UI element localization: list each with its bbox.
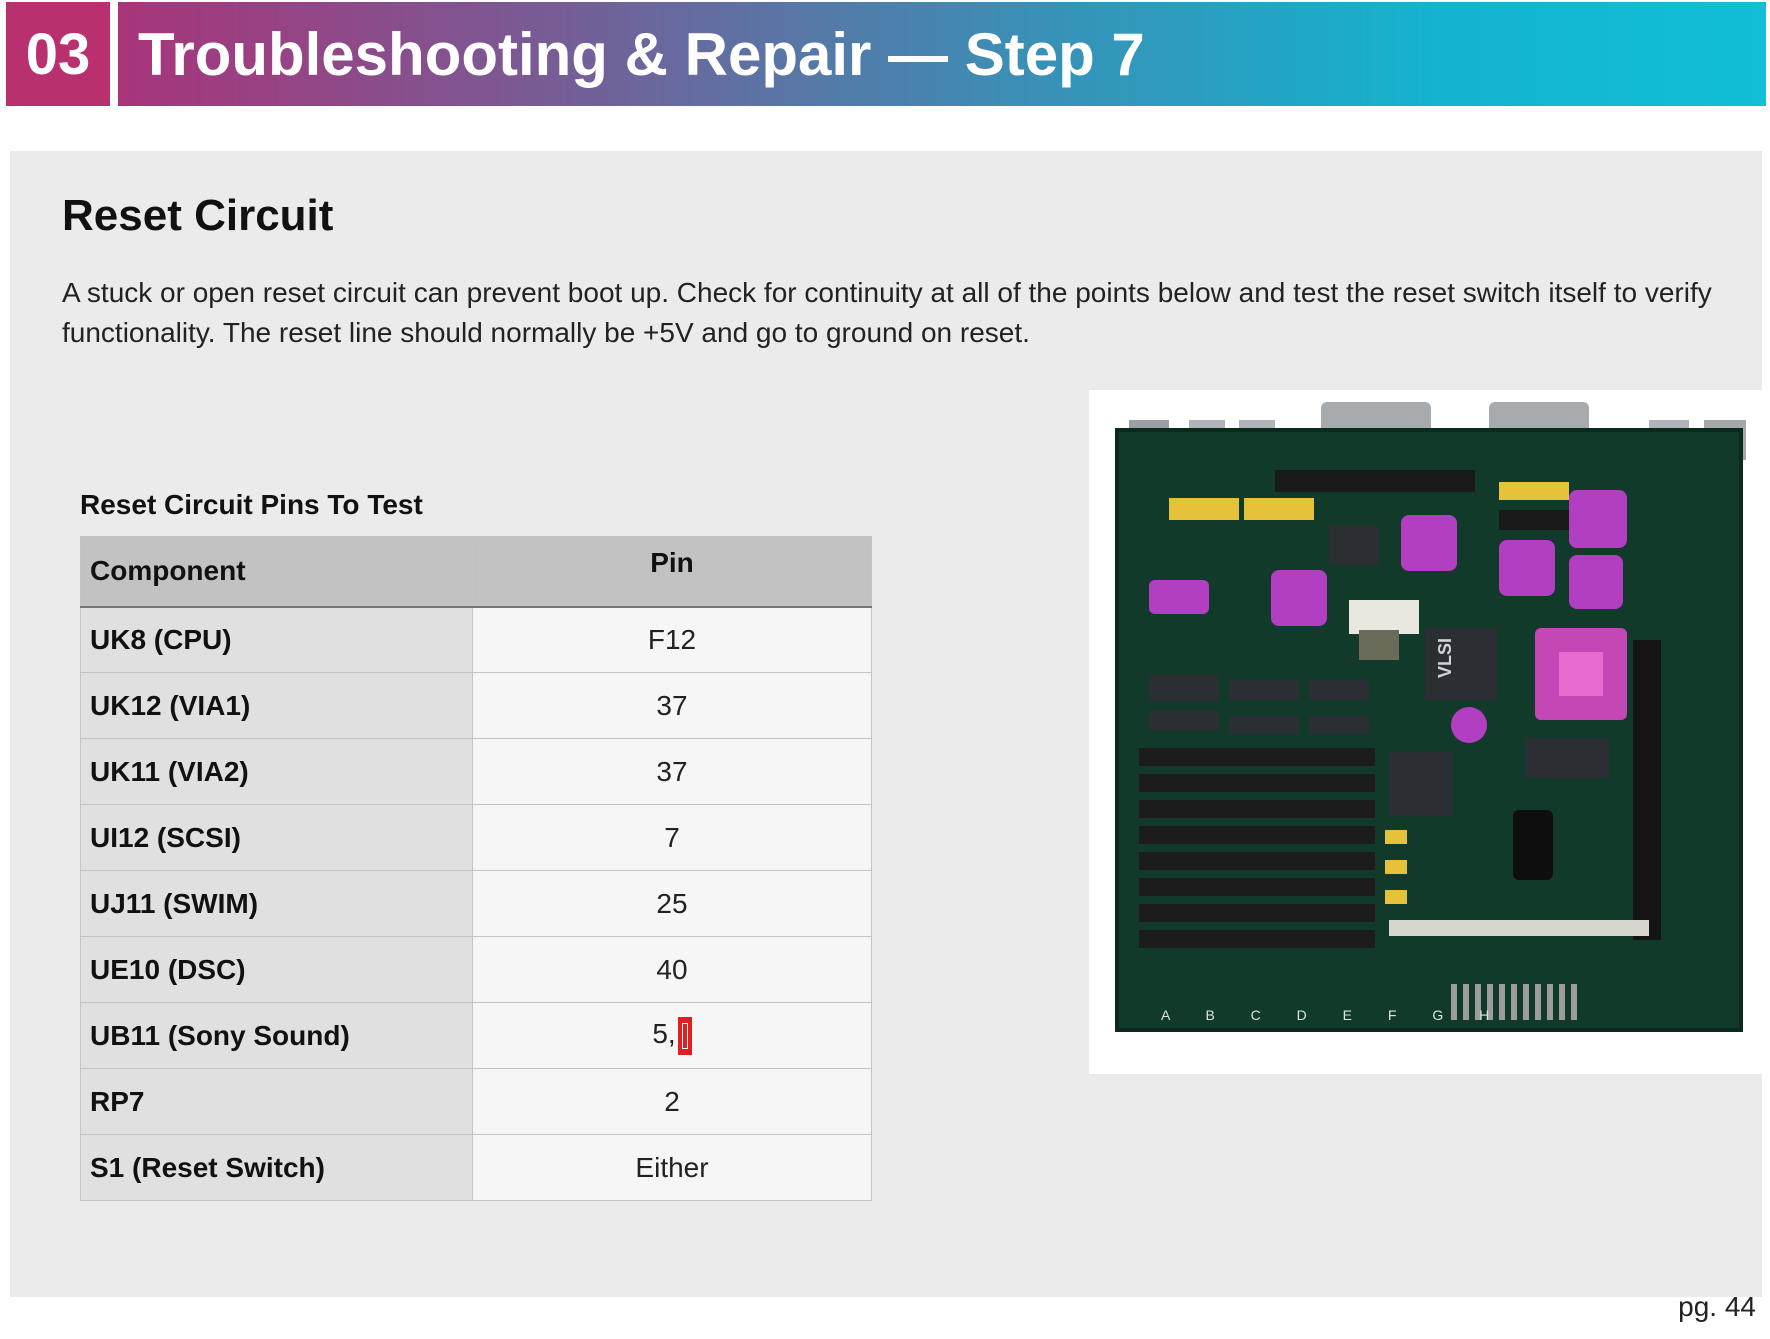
expansion-slot	[1633, 640, 1661, 940]
table-row: UK8 (CPU) F12	[80, 606, 872, 673]
pin-cell-with-cursor: 5,	[472, 1002, 872, 1069]
pin-cell: 37	[472, 672, 872, 739]
title-bar: Troubleshooting & Repair — Step 7	[118, 2, 1766, 106]
pin-cell: F12	[472, 606, 872, 673]
pin-cell: 37	[472, 738, 872, 805]
battery-holder	[1513, 810, 1553, 880]
chip-plcc	[1569, 490, 1627, 548]
vlsi-chip-label: VLSI	[1435, 638, 1455, 678]
pin-cell: 2	[472, 1068, 872, 1135]
page-header: 03 Troubleshooting & Repair — Step 7	[0, 0, 1770, 110]
chip-plcc	[1499, 540, 1555, 596]
table-row: UK12 (VIA1) 37	[80, 672, 872, 739]
board-silkscreen: A B C D E F G H	[1161, 1007, 1505, 1023]
component-cell: UE10 (DSC)	[80, 936, 473, 1003]
section-title: Reset Circuit	[62, 191, 334, 240]
table-row: UB11 (Sony Sound) 5,	[80, 1002, 872, 1069]
table-row: UJ11 (SWIM) 25	[80, 870, 872, 937]
page-title: Troubleshooting & Repair — Step 7	[138, 20, 1145, 88]
chip-plcc	[1271, 570, 1327, 626]
logic-board-illustration: VLSI A B C D E F G H	[1115, 402, 1746, 1032]
intro-paragraph: A stuck or open reset circuit can preven…	[62, 277, 1712, 348]
chip-plcc	[1569, 555, 1623, 609]
component-cell: UK11 (VIA2)	[80, 738, 473, 805]
table-row: UE10 (DSC) 40	[80, 936, 872, 1003]
text-cursor-icon	[677, 1016, 692, 1055]
pin-cell: 40	[472, 936, 872, 1003]
chapter-number: 03	[6, 2, 110, 106]
table-header-row: Component Pin	[80, 536, 872, 608]
connector-yellow	[1244, 498, 1314, 520]
connector-yellow	[1499, 482, 1569, 500]
component-cell: UB11 (Sony Sound)	[80, 1002, 473, 1069]
connector-yellow	[1169, 498, 1239, 520]
component-cell: UK12 (VIA1)	[80, 672, 473, 739]
white-connector	[1349, 600, 1419, 634]
component-cell: UJ11 (SWIM)	[80, 870, 473, 937]
table-row: RP7 2	[80, 1068, 872, 1135]
component-cell: UK8 (CPU)	[80, 606, 473, 673]
component-cell: UI12 (SCSI)	[80, 804, 473, 871]
component-cell: RP7	[80, 1068, 473, 1135]
page-number: pg. 44	[1678, 1291, 1756, 1322]
pin-cell: 7	[472, 804, 872, 871]
table-caption: Reset Circuit Pins To Test	[80, 489, 423, 520]
component-cell: S1 (Reset Switch)	[80, 1134, 473, 1201]
pds-slot	[1389, 920, 1649, 936]
pin-cell-text: 5,	[652, 1017, 676, 1049]
table-row: S1 (Reset Switch) Either	[80, 1134, 872, 1201]
table-row: UK11 (VIA2) 37	[80, 738, 872, 805]
reset-pins-table: Component Pin UK8 (CPU) F12 UK12 (VIA1) 37…	[80, 536, 872, 1201]
table-row: UI12 (SCSI) 7	[80, 804, 872, 871]
pin-cell: 25	[472, 870, 872, 937]
column-header-component: Component	[80, 536, 473, 608]
logic-board-photo: VLSI A B C D E F G H	[1089, 390, 1770, 1074]
header-strip	[1275, 470, 1475, 492]
column-header-pin: Pin	[472, 536, 872, 608]
header-strip	[1499, 510, 1579, 530]
chip-plcc	[1401, 515, 1457, 571]
pin-cell: Either	[472, 1134, 872, 1201]
chip-round	[1451, 707, 1487, 743]
chip-plcc	[1149, 580, 1209, 614]
